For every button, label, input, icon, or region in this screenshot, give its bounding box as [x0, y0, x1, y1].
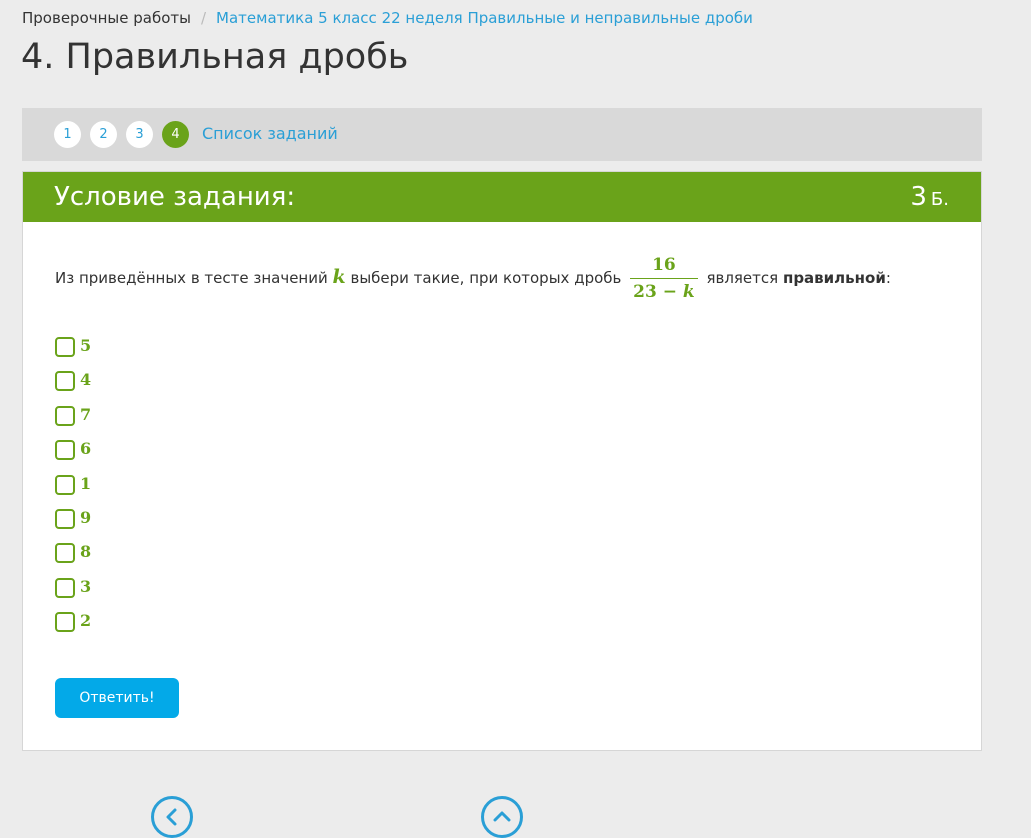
breadcrumb-root-link[interactable]: Проверочные работы: [22, 9, 191, 27]
option-checkbox[interactable]: [55, 543, 75, 564]
page-title: 4. Правильная дробь: [21, 37, 409, 77]
option-checkbox[interactable]: [55, 474, 75, 495]
chevron-left-icon: [166, 808, 177, 826]
fraction-numerator: 16: [630, 254, 698, 279]
answer-option[interactable]: 5: [55, 336, 91, 370]
option-label: 2: [80, 611, 92, 631]
option-label: 5: [80, 336, 92, 355]
math-variable-k: k: [332, 266, 346, 288]
question-part-2: выбери такие, при которых дробь: [350, 269, 622, 287]
points-value: 3: [910, 182, 927, 212]
option-checkbox[interactable]: [55, 612, 75, 633]
option-checkbox[interactable]: [55, 337, 75, 357]
task-list-link[interactable]: Список заданий: [202, 123, 338, 145]
answer-option[interactable]: 3: [55, 577, 91, 611]
step-3[interactable]: 3: [126, 121, 153, 148]
fraction-denominator-variable: k: [682, 282, 695, 302]
answer-option[interactable]: 4: [55, 370, 91, 404]
option-checkbox[interactable]: [55, 440, 75, 461]
option-checkbox[interactable]: [55, 405, 75, 426]
task-card: Условие задания: 3 Б. Из приведённых в те…: [22, 171, 982, 751]
question-emphasis: правильной: [782, 269, 886, 287]
fraction-denominator: 23 − k: [630, 279, 698, 303]
question-suffix: :: [885, 269, 891, 287]
answer-option[interactable]: 9: [55, 508, 91, 542]
scroll-top-button[interactable]: [481, 796, 523, 838]
option-label: 3: [80, 576, 92, 596]
option-checkbox[interactable]: [55, 577, 75, 598]
answer-option[interactable]: 8: [55, 542, 91, 576]
question-text: Из приведённых в тесте значений k выбери…: [55, 252, 891, 303]
option-label: 1: [80, 473, 92, 493]
answer-option[interactable]: 1: [55, 474, 91, 508]
step-4-current[interactable]: 4: [162, 121, 189, 148]
option-checkbox[interactable]: [55, 371, 75, 392]
prev-task-button[interactable]: [151, 796, 193, 838]
step-2[interactable]: 2: [90, 121, 117, 148]
breadcrumb-separator: /: [200, 9, 207, 27]
answer-option[interactable]: 6: [55, 439, 91, 473]
submit-answer-button[interactable]: Ответить!: [55, 678, 179, 718]
chevron-up-icon: [493, 811, 511, 822]
condition-title: Условие задания:: [54, 182, 296, 212]
answer-option[interactable]: 7: [55, 405, 91, 439]
option-label: 7: [80, 404, 92, 424]
fraction-denominator-prefix: 23 −: [633, 282, 677, 302]
option-label: 9: [80, 507, 92, 527]
breadcrumb-current-link[interactable]: Математика 5 класс 22 неделя Правильные …: [216, 9, 753, 27]
option-checkbox[interactable]: [55, 508, 75, 529]
answer-option[interactable]: 2: [55, 611, 91, 645]
points-badge: 3 Б.: [910, 180, 949, 217]
option-label: 4: [80, 370, 92, 390]
answer-options: 5 4 7 6 1 9 8 3 2: [55, 336, 91, 646]
task-stepper: 1 2 3 4 Список заданий: [22, 108, 982, 161]
fraction: 16 23 − k: [630, 254, 698, 303]
option-label: 6: [80, 439, 92, 459]
task-header: Условие задания: 3 Б.: [23, 172, 981, 222]
points-unit: Б.: [930, 189, 949, 210]
question-part-1: Из приведённых в тесте значений: [55, 269, 328, 287]
question-part-3: является: [706, 269, 779, 287]
breadcrumb: Проверочные работы / Математика 5 класс 22…: [22, 8, 753, 28]
step-1[interactable]: 1: [54, 121, 81, 148]
option-label: 8: [80, 542, 92, 562]
